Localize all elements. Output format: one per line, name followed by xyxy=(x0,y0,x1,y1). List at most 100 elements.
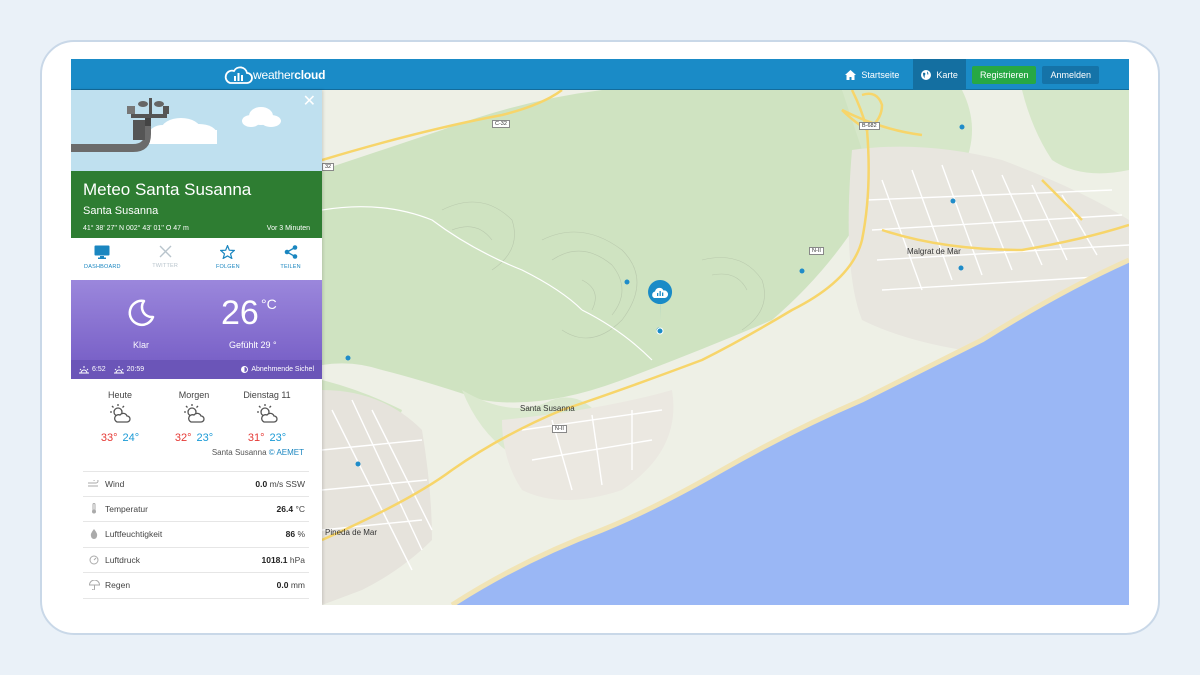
forecast-low: 23° xyxy=(269,432,287,444)
partly-cloudy-icon xyxy=(257,404,278,423)
station-title: Meteo Santa Susanna xyxy=(83,180,252,199)
sensor-unit: °C xyxy=(295,503,305,514)
forecast-source-place: Santa Susanna xyxy=(211,448,267,457)
dashboard-label: DASHBOARD xyxy=(84,264,121,270)
road-tag-b682: B-682 xyxy=(859,122,880,130)
forecast-low: 23° xyxy=(196,432,214,444)
nav-map-label: Karte xyxy=(936,69,958,80)
globe-icon xyxy=(921,69,932,80)
sensor-value: 0.0 xyxy=(255,478,268,489)
sun-moon-bar: 6:52 20:59 Abnehmende Sichel xyxy=(71,360,322,379)
nav-menu: Startseite Karte Registrieren Anmelden xyxy=(837,59,1099,90)
sensor-row-humidity[interactable]: Luftfeuchtigkeit 86 % xyxy=(83,522,309,548)
forecast-day: Dienstag 11 31° 23° xyxy=(232,390,302,444)
sunset-icon xyxy=(113,365,124,373)
login-button[interactable]: Anmelden xyxy=(1042,65,1099,84)
sensor-row-temperature[interactable]: Temperatur 26.4 °C xyxy=(83,497,309,522)
sunset: 20:59 xyxy=(113,365,145,374)
sensor-value: 1018.1 xyxy=(261,554,288,565)
monitor-icon xyxy=(94,245,110,259)
umbrella-icon xyxy=(88,580,100,591)
current-temperature: 26 xyxy=(221,294,259,332)
current-conditions: Klar 26 °C Gefühlt 29 ° xyxy=(71,280,322,360)
star-icon xyxy=(220,245,236,259)
app-window: weathercloud Startseite Karte Registrier… xyxy=(71,59,1129,605)
forecast-high: 31° xyxy=(247,432,265,444)
sensor-row-rain[interactable]: Regen 0.0 mm xyxy=(83,573,309,599)
forecast-day: Heute 33° 24° xyxy=(85,390,155,444)
sunrise-time: 6:52 xyxy=(92,366,106,373)
road-tag-n2-west: N-II xyxy=(552,425,567,433)
road-tag-c32: C-32 xyxy=(492,120,510,128)
sunset-time: 20:59 xyxy=(126,366,145,373)
nav-home-label: Startseite xyxy=(861,69,900,80)
map-label-malgrat: Malgrat de Mar xyxy=(907,247,961,256)
sensor-label: Wind xyxy=(105,478,125,489)
moon-clear-icon xyxy=(128,299,155,327)
station-actions: DASHBOARD TWITTER FOLGEN TEILEN xyxy=(71,238,322,280)
sensor-unit: mm xyxy=(290,580,305,591)
aemet-link[interactable]: © AEMET xyxy=(269,448,304,457)
top-navbar: weathercloud Startseite Karte Registrier… xyxy=(71,59,1129,90)
sensor-label: Temperatur xyxy=(105,503,148,514)
map-label-santa-susanna: Santa Susanna xyxy=(520,404,575,413)
sunrise: 6:52 xyxy=(79,365,106,374)
current-condition: Klar xyxy=(132,340,149,350)
road-tag-n2-east: N-II xyxy=(809,247,824,255)
map-view[interactable]: Malgrat de Mar Santa Susanna Pineda de M… xyxy=(321,88,1129,605)
brand-name: weathercloud xyxy=(253,68,325,82)
sensor-value: 0.0 xyxy=(276,580,289,591)
sensor-row-wind[interactable]: Wind 0.0 m/s SSW xyxy=(83,471,309,497)
road-tag-32: 32 xyxy=(322,163,335,171)
share-label: TEILEN xyxy=(280,264,301,270)
twitter-button[interactable]: TWITTER xyxy=(134,238,197,280)
sensor-value: 86 xyxy=(285,529,296,540)
nav-home-link[interactable]: Startseite xyxy=(837,59,907,90)
sensor-row-pressure[interactable]: Luftdruck 1018.1 hPa xyxy=(83,548,309,573)
droplet-icon xyxy=(90,529,98,540)
station-coordinates: 41° 38' 27'' N 002° 43' 01'' O 47 m xyxy=(83,225,189,232)
station-updated: Vor 3 Minuten xyxy=(266,225,310,232)
sensor-label: Luftdruck xyxy=(105,554,140,565)
share-icon xyxy=(284,245,297,259)
sensor-unit: m/s SSW xyxy=(269,478,305,489)
weather-station-illustration xyxy=(71,98,281,152)
home-icon xyxy=(845,69,857,80)
x-twitter-icon xyxy=(159,245,172,258)
map-label-pineda: Pineda de Mar xyxy=(325,528,378,537)
feels-like: Gefühlt 29 ° xyxy=(229,340,277,350)
moon-phase-icon xyxy=(241,366,249,373)
nav-map-link[interactable]: Karte xyxy=(913,59,966,90)
forecast-day-label: Heute xyxy=(107,390,133,400)
wind-icon xyxy=(88,479,99,487)
forecast-day: Morgen 32° 23° xyxy=(159,390,229,444)
brand-logo[interactable]: weathercloud xyxy=(223,63,325,87)
moon-phase: Abnehmende Sichel xyxy=(241,366,314,373)
map-canvas[interactable] xyxy=(321,88,1129,605)
twitter-label: TWITTER xyxy=(152,263,179,269)
sensor-value: 26.4 xyxy=(276,503,294,514)
share-button[interactable]: TEILEN xyxy=(259,238,322,280)
brand-light: weather xyxy=(253,68,295,82)
close-panel-icon[interactable]: ✕ xyxy=(303,94,316,110)
forecast-day-label: Morgen xyxy=(178,390,210,400)
current-temperature-unit: °C xyxy=(261,296,277,312)
dashboard-button[interactable]: DASHBOARD xyxy=(71,238,134,280)
gauge-icon xyxy=(89,555,99,565)
sunrise-icon xyxy=(79,365,89,373)
register-button[interactable]: Registrieren xyxy=(971,65,1037,84)
forecast: Heute 33° 24° Morgen 32° 23° Dienstag 11 3… xyxy=(71,379,322,467)
station-banner: ✕ xyxy=(71,90,322,171)
moon-phase-label: Abnehmende Sichel xyxy=(251,366,314,373)
follow-button[interactable]: FOLGEN xyxy=(197,238,260,280)
sensor-unit: % xyxy=(297,529,305,540)
sensor-list: Wind 0.0 m/s SSW Temperatur 26.4 °C Luft… xyxy=(83,471,309,599)
station-panel: ✕ Meteo Santa Susanna Santa Susanna 41° … xyxy=(71,90,322,605)
partly-cloudy-icon xyxy=(184,404,205,423)
partly-cloudy-icon xyxy=(110,404,131,423)
brand-bold: cloud xyxy=(294,68,326,82)
forecast-low: 24° xyxy=(122,432,140,444)
follow-label: FOLGEN xyxy=(215,264,240,270)
cloud-logo-icon xyxy=(224,66,253,84)
sensor-unit: hPa xyxy=(289,554,305,565)
